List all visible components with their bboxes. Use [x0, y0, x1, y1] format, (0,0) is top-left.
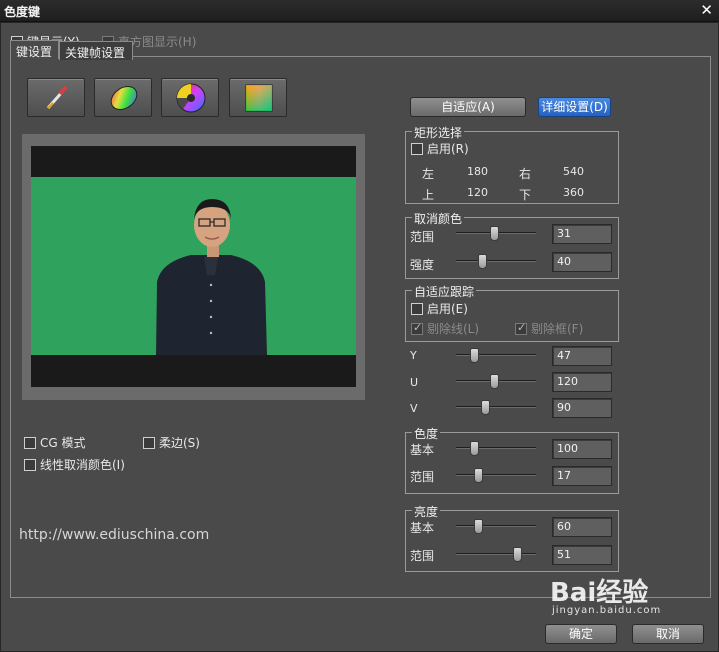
- chroma-base-input[interactable]: 100: [552, 439, 612, 459]
- checkbox-box[interactable]: [24, 458, 36, 471]
- checkbox-box[interactable]: [411, 302, 423, 315]
- preview-frame: [22, 134, 365, 400]
- checkbox-box[interactable]: [24, 436, 36, 449]
- v-slider[interactable]: [456, 400, 536, 415]
- slider-thumb[interactable]: [469, 348, 479, 363]
- rect-select-title: 矩形选择: [412, 124, 465, 141]
- slider-thumb[interactable]: [512, 547, 522, 562]
- cancel-color-title: 取消颜色: [412, 210, 465, 227]
- slider-thumb[interactable]: [474, 519, 484, 534]
- chroma-base-slider[interactable]: [456, 441, 536, 456]
- slider-thumb[interactable]: [489, 374, 499, 389]
- watermark-main: Bai经验: [550, 578, 649, 608]
- green-screen-video: [31, 177, 356, 355]
- remove-line-checkbox[interactable]: 剔除线(L): [411, 320, 479, 337]
- chroma-title: 色度: [412, 425, 441, 442]
- rect-left-label: 左: [422, 167, 435, 181]
- baidu-watermark: Bai经验 jingyan.baidu.com: [550, 572, 661, 616]
- cg-mode-label: CG 模式: [40, 436, 86, 450]
- title-bar: 色度键 ✕: [0, 0, 719, 22]
- tab-key-settings[interactable]: 键设置: [10, 40, 59, 59]
- slider-thumb[interactable]: [474, 468, 484, 483]
- checkbox-box[interactable]: [411, 321, 423, 335]
- chroma-base-label: 基本: [410, 443, 435, 457]
- chroma-range-input[interactable]: 17: [552, 466, 612, 486]
- cancel-range-slider[interactable]: [456, 226, 536, 241]
- checkbox-box[interactable]: [143, 436, 155, 449]
- color-ellipse-button[interactable]: [94, 78, 152, 117]
- color-square-icon: [245, 84, 273, 112]
- linear-unkey-label: 线性取消颜色(I): [40, 458, 125, 472]
- y-input[interactable]: 47: [552, 346, 612, 366]
- slider-thumb[interactable]: [489, 226, 499, 241]
- cg-mode-checkbox[interactable]: CG 模式: [24, 434, 86, 451]
- u-slider[interactable]: [456, 374, 536, 389]
- detail-settings-button[interactable]: 详细设置(D): [538, 97, 611, 117]
- color-ellipse-icon: [110, 86, 138, 110]
- watermark-sub: jingyan.baidu.com: [552, 605, 662, 616]
- rect-left-value: 180: [467, 165, 488, 178]
- eyedropper-button[interactable]: [27, 78, 85, 117]
- ok-button[interactable]: 确定: [545, 624, 617, 644]
- y-slider[interactable]: [456, 348, 536, 363]
- auto-adapt-button[interactable]: 自适应(A): [410, 97, 526, 117]
- luma-base-label: 基本: [410, 521, 435, 535]
- color-square-button[interactable]: [229, 78, 287, 117]
- luma-base-input[interactable]: 60: [552, 517, 612, 537]
- rect-enable-checkbox[interactable]: 启用(R): [411, 140, 469, 157]
- soft-edge-label: 柔边(S): [159, 436, 200, 450]
- y-label: Y: [410, 349, 417, 362]
- rect-bottom-value: 360: [563, 186, 584, 199]
- website-url: http://www.ediuschina.com: [19, 527, 210, 543]
- chroma-range-slider[interactable]: [456, 468, 536, 483]
- cancel-strength-input[interactable]: 40: [552, 252, 612, 272]
- rect-top-value: 120: [467, 186, 488, 199]
- cancel-range-input[interactable]: 31: [552, 224, 612, 244]
- luma-range-input[interactable]: 51: [552, 545, 612, 565]
- remove-line-label: 剔除线(L): [427, 322, 480, 336]
- tab-keyframe-settings[interactable]: 关键帧设置: [59, 41, 133, 60]
- luma-range-slider[interactable]: [456, 547, 536, 562]
- remove-box-checkbox[interactable]: 剔除框(F): [515, 320, 583, 337]
- tracking-enable-checkbox[interactable]: 启用(E): [411, 300, 468, 317]
- linear-unkey-checkbox[interactable]: 线性取消颜色(I): [24, 456, 125, 473]
- luma-range-label: 范围: [410, 549, 435, 563]
- window-title: 色度键: [4, 5, 41, 19]
- rect-right-value: 540: [563, 165, 584, 178]
- color-wheel-button[interactable]: [161, 78, 219, 117]
- slider-thumb[interactable]: [470, 441, 480, 456]
- slider-thumb[interactable]: [480, 400, 490, 415]
- adaptive-tracking-title: 自适应跟踪: [412, 283, 477, 300]
- checkbox-box[interactable]: [515, 321, 527, 335]
- chroma-range-label: 范围: [410, 470, 435, 484]
- presenter-image: [156, 199, 267, 355]
- v-label: V: [410, 402, 418, 415]
- cancel-strength-slider[interactable]: [456, 254, 536, 269]
- checkbox-box[interactable]: [411, 142, 423, 155]
- slider-thumb[interactable]: [477, 254, 487, 269]
- u-input[interactable]: 120: [552, 372, 612, 392]
- luma-base-slider[interactable]: [456, 519, 536, 534]
- preview-area: [31, 146, 356, 387]
- luma-title: 亮度: [412, 503, 441, 520]
- rect-right-label: 右: [519, 167, 532, 181]
- rect-enable-label: 启用(R): [427, 142, 469, 156]
- rect-top-label: 上: [422, 188, 435, 202]
- close-icon[interactable]: ✕: [700, 1, 713, 19]
- rect-bottom-label: 下: [519, 188, 532, 202]
- soft-edge-checkbox[interactable]: 柔边(S): [143, 434, 200, 451]
- eyedropper-icon: [46, 85, 68, 109]
- u-label: U: [410, 376, 419, 389]
- color-wheel-icon: [176, 83, 206, 113]
- cancel-button[interactable]: 取消: [632, 624, 704, 644]
- remove-box-label: 剔除框(F): [531, 322, 584, 336]
- tracking-enable-label: 启用(E): [427, 302, 468, 316]
- v-input[interactable]: 90: [552, 398, 612, 418]
- cancel-range-label: 范围: [410, 230, 435, 244]
- cancel-strength-label: 强度: [410, 258, 435, 272]
